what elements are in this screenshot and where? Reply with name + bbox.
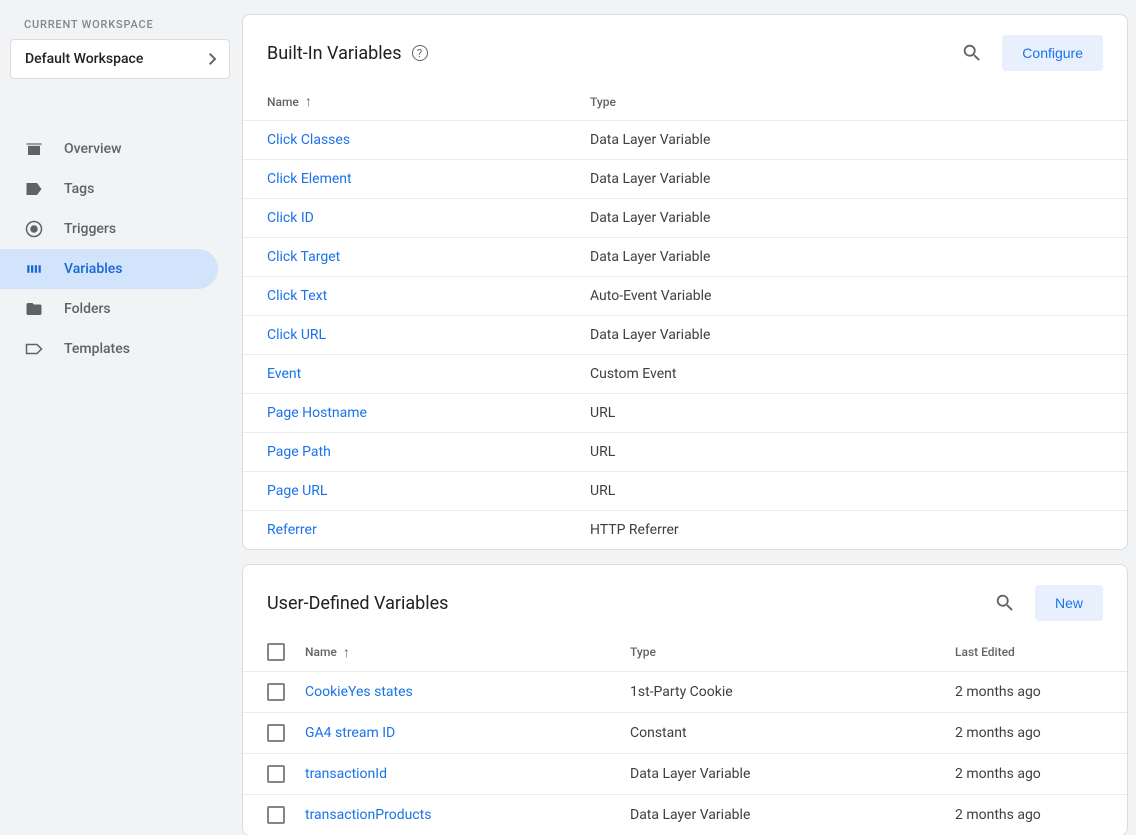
user-rows: CookieYes states1st-Party Cookie2 months… bbox=[243, 671, 1127, 835]
variable-link[interactable]: Click Element bbox=[267, 171, 352, 187]
variable-link[interactable]: Click ID bbox=[267, 210, 314, 226]
select-all-checkbox[interactable] bbox=[267, 643, 305, 661]
col-header-name[interactable]: Name ↑ bbox=[267, 93, 590, 110]
folder-icon bbox=[24, 299, 44, 319]
variable-type: Data Layer Variable bbox=[630, 807, 955, 823]
configure-button[interactable]: Configure bbox=[1002, 35, 1103, 71]
table-row[interactable]: CookieYes states 1st-Party Cookie2 months… bbox=[243, 671, 1127, 712]
workspace-selector[interactable]: Default Workspace bbox=[10, 39, 230, 79]
trigger-icon bbox=[24, 219, 44, 239]
row-checkbox[interactable] bbox=[267, 765, 305, 783]
last-edited: 2 months ago bbox=[955, 807, 1103, 823]
last-edited: 2 months ago bbox=[955, 766, 1103, 782]
table-row[interactable]: transactionId Data Layer Variable2 months… bbox=[243, 753, 1127, 794]
variable-type: Data Layer Variable bbox=[590, 132, 1103, 148]
table-row[interactable]: Page Path URL bbox=[243, 432, 1127, 471]
help-icon[interactable]: ? bbox=[412, 45, 428, 61]
variable-link[interactable]: Click Classes bbox=[267, 132, 350, 148]
row-checkbox[interactable] bbox=[267, 724, 305, 742]
builtin-title: Built-In Variables bbox=[267, 43, 402, 64]
variable-link[interactable]: Page URL bbox=[267, 483, 327, 499]
workspace-value: Default Workspace bbox=[25, 51, 143, 67]
variable-link[interactable]: Page Path bbox=[267, 444, 331, 460]
sidebar-item-label: Overview bbox=[64, 141, 121, 157]
table-row[interactable]: transactionProducts Data Layer Variable2 … bbox=[243, 794, 1127, 835]
builtin-table-header: Name ↑ Type bbox=[243, 83, 1127, 120]
col-header-last-edited[interactable]: Last Edited bbox=[955, 645, 1103, 659]
sidebar-item-overview[interactable]: Overview bbox=[0, 129, 218, 169]
search-button[interactable] bbox=[952, 33, 992, 73]
sidebar-item-label: Folders bbox=[64, 301, 111, 317]
variable-link[interactable]: Event bbox=[267, 366, 301, 382]
sidebar-item-label: Templates bbox=[64, 341, 130, 357]
table-row[interactable]: Page URL URL bbox=[243, 471, 1127, 510]
sidebar-item-label: Triggers bbox=[64, 221, 116, 237]
table-row[interactable]: GA4 stream ID Constant2 months ago bbox=[243, 712, 1127, 753]
builtin-variables-card: Built-In Variables ? Configure Name ↑ Ty… bbox=[242, 14, 1128, 550]
user-variables-card: User-Defined Variables New Name ↑ Type L… bbox=[242, 564, 1128, 835]
table-row[interactable]: Click Element Data Layer Variable bbox=[243, 159, 1127, 198]
variable-link[interactable]: Click Target bbox=[267, 249, 340, 265]
variable-type: URL bbox=[590, 483, 1103, 499]
workspace-label: CURRENT WORKSPACE bbox=[24, 18, 242, 31]
variable-link[interactable]: CookieYes states bbox=[305, 684, 413, 700]
table-row[interactable]: Click URL Data Layer Variable bbox=[243, 315, 1127, 354]
table-row[interactable]: Referrer HTTP Referrer bbox=[243, 510, 1127, 549]
search-button[interactable] bbox=[985, 583, 1025, 623]
variable-link[interactable]: transactionId bbox=[305, 766, 387, 782]
sort-up-icon: ↑ bbox=[343, 644, 350, 661]
variable-type: Custom Event bbox=[590, 366, 1103, 382]
sidebar: CURRENT WORKSPACE Default Workspace Over… bbox=[0, 0, 242, 835]
variable-link[interactable]: Click Text bbox=[267, 288, 327, 304]
variable-type: Data Layer Variable bbox=[590, 171, 1103, 187]
last-edited: 2 months ago bbox=[955, 684, 1103, 700]
variable-type: Data Layer Variable bbox=[590, 327, 1103, 343]
sidebar-item-triggers[interactable]: Triggers bbox=[0, 209, 218, 249]
table-row[interactable]: Click ID Data Layer Variable bbox=[243, 198, 1127, 237]
col-header-name[interactable]: Name ↑ bbox=[305, 644, 630, 661]
main-content: Built-In Variables ? Configure Name ↑ Ty… bbox=[242, 0, 1136, 835]
variable-link[interactable]: Page Hostname bbox=[267, 405, 367, 421]
variable-type: URL bbox=[590, 444, 1103, 460]
variable-type: URL bbox=[590, 405, 1103, 421]
builtin-rows: Click ClassesData Layer VariableClick El… bbox=[243, 120, 1127, 549]
last-edited: 2 months ago bbox=[955, 725, 1103, 741]
variable-link[interactable]: transactionProducts bbox=[305, 807, 431, 823]
sidebar-item-tags[interactable]: Tags bbox=[0, 169, 218, 209]
sidebar-item-variables[interactable]: Variables bbox=[0, 249, 218, 289]
row-checkbox[interactable] bbox=[267, 683, 305, 701]
sidebar-item-folders[interactable]: Folders bbox=[0, 289, 218, 329]
variable-type: Auto-Event Variable bbox=[590, 288, 1103, 304]
table-row[interactable]: Click Target Data Layer Variable bbox=[243, 237, 1127, 276]
tag-icon bbox=[24, 179, 44, 199]
user-table-header: Name ↑ Type Last Edited bbox=[243, 633, 1127, 671]
variable-link[interactable]: GA4 stream ID bbox=[305, 725, 395, 741]
variable-type: 1st-Party Cookie bbox=[630, 684, 955, 700]
variable-link[interactable]: Referrer bbox=[267, 522, 317, 538]
variable-type: Data Layer Variable bbox=[590, 210, 1103, 226]
variable-type: Constant bbox=[630, 725, 955, 741]
row-checkbox[interactable] bbox=[267, 806, 305, 824]
sidebar-item-label: Tags bbox=[64, 181, 94, 197]
variable-type: Data Layer Variable bbox=[590, 249, 1103, 265]
table-row[interactable]: Click Text Auto-Event Variable bbox=[243, 276, 1127, 315]
sidebar-item-label: Variables bbox=[64, 261, 122, 277]
user-title: User-Defined Variables bbox=[267, 593, 448, 614]
col-header-type[interactable]: Type bbox=[590, 95, 1103, 109]
sidebar-item-templates[interactable]: Templates bbox=[0, 329, 218, 369]
table-row[interactable]: Page Hostname URL bbox=[243, 393, 1127, 432]
table-row[interactable]: Event Custom Event bbox=[243, 354, 1127, 393]
variable-type: Data Layer Variable bbox=[630, 766, 955, 782]
col-header-type[interactable]: Type bbox=[630, 645, 955, 659]
nav-list: Overview Tags Triggers Variables Folders Temp… bbox=[0, 99, 242, 369]
template-icon bbox=[24, 339, 44, 359]
overview-icon bbox=[24, 139, 44, 159]
variable-link[interactable]: Click URL bbox=[267, 327, 326, 343]
variable-type: HTTP Referrer bbox=[590, 522, 1103, 538]
sort-up-icon: ↑ bbox=[305, 93, 312, 110]
variable-icon bbox=[24, 259, 44, 279]
table-row[interactable]: Click Classes Data Layer Variable bbox=[243, 120, 1127, 159]
chevron-right-icon bbox=[209, 49, 217, 70]
new-button[interactable]: New bbox=[1035, 585, 1103, 621]
